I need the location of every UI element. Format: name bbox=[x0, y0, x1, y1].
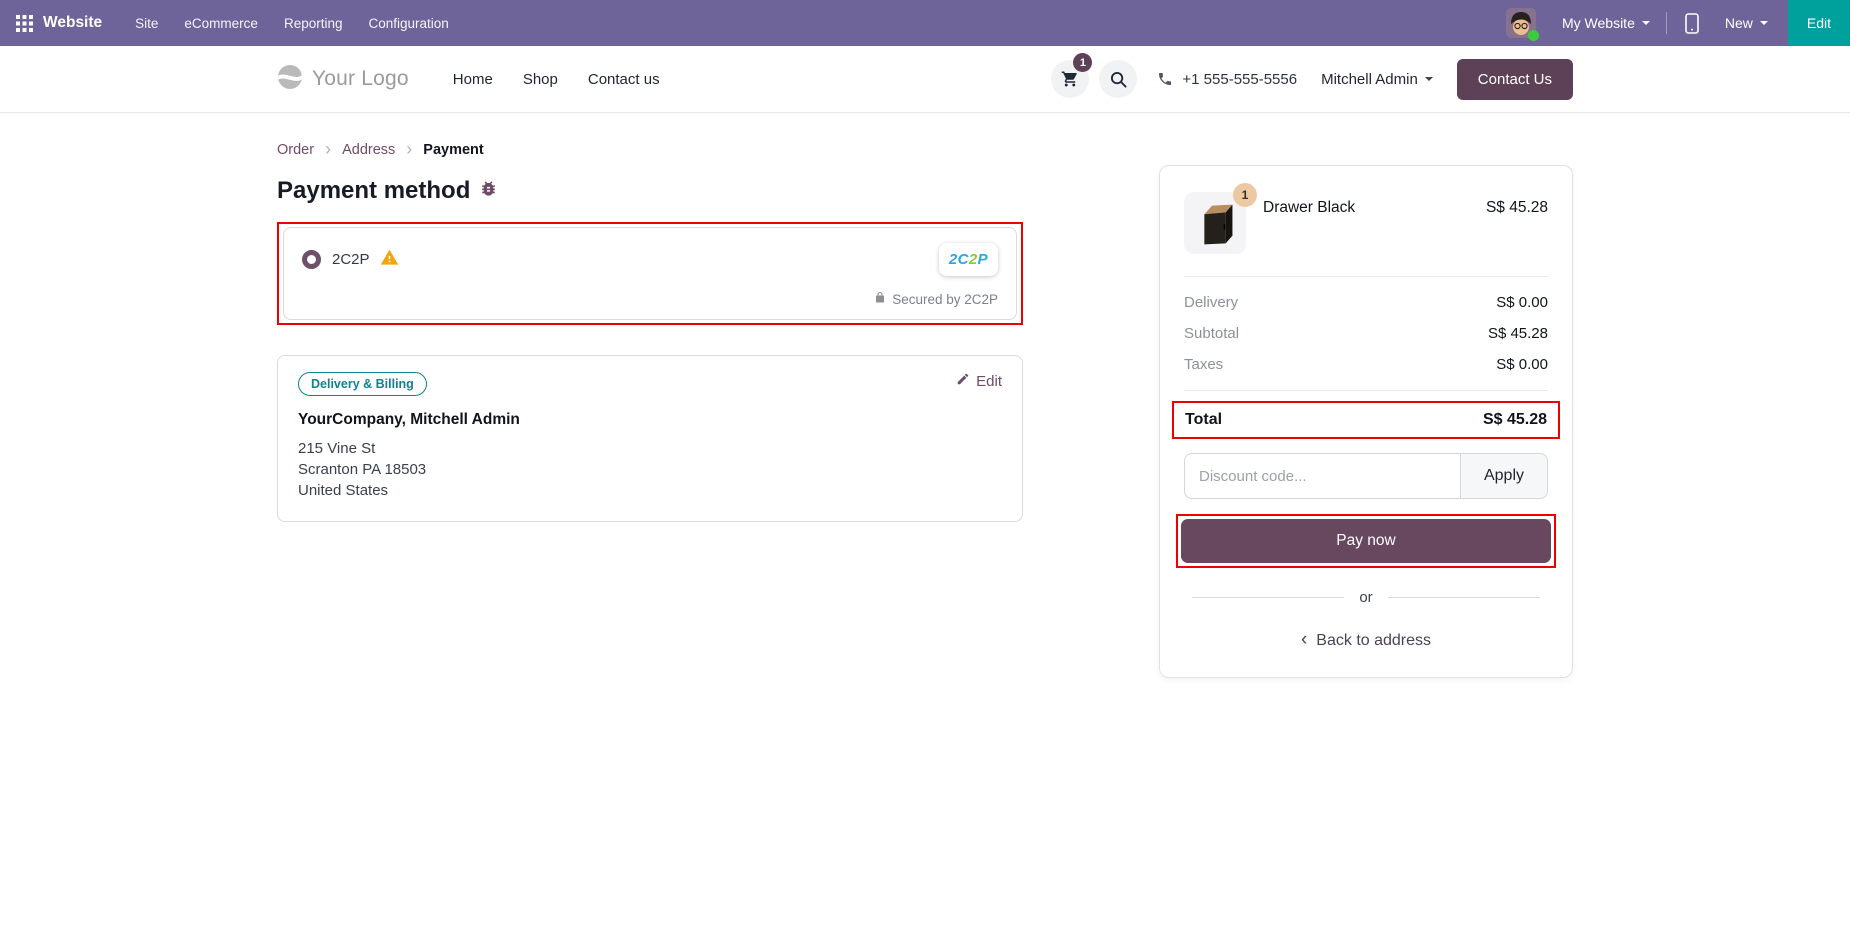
chevron-down-icon bbox=[1641, 21, 1650, 25]
annotation-box-payment-method: 2C2P 2C2P Secured by 2C2P bbox=[277, 222, 1023, 325]
user-avatar[interactable] bbox=[1505, 8, 1539, 41]
new-button[interactable]: New bbox=[1713, 0, 1780, 46]
menu-configuration[interactable]: Configuration bbox=[356, 0, 462, 46]
cart-count-badge: 1 bbox=[1073, 53, 1093, 72]
menu-ecommerce[interactable]: eCommerce bbox=[171, 0, 271, 46]
site-logo[interactable]: Your Logo bbox=[277, 64, 409, 95]
edit-button[interactable]: Edit bbox=[1787, 0, 1850, 46]
online-status-dot bbox=[1527, 30, 1539, 41]
delivery-billing-badge: Delivery & Billing bbox=[298, 372, 427, 396]
chevron-left-icon: ‹ bbox=[1300, 629, 1308, 650]
breadcrumb-order[interactable]: Order bbox=[277, 142, 314, 158]
search-icon bbox=[1110, 71, 1127, 88]
discount-code-group: Apply bbox=[1184, 453, 1548, 499]
divider bbox=[1184, 390, 1548, 391]
breadcrumb-address[interactable]: Address bbox=[342, 142, 395, 158]
payment-provider-label[interactable]: 2C2P bbox=[332, 251, 370, 268]
secured-by-note: Secured by 2C2P bbox=[874, 291, 998, 307]
address-name: YourCompany, Mitchell Admin bbox=[298, 411, 520, 428]
or-separator: or bbox=[1192, 589, 1540, 606]
discount-code-input[interactable] bbox=[1184, 453, 1460, 499]
back-to-address-link[interactable]: ‹ Back to address bbox=[1301, 630, 1431, 651]
phone-number: +1 555-555-5556 bbox=[1182, 70, 1298, 88]
address-block: 215 Vine St Scranton PA 18503 United Sta… bbox=[298, 438, 1002, 501]
divider bbox=[1665, 12, 1667, 34]
chevron-down-icon bbox=[1424, 77, 1433, 81]
nav-contact-us[interactable]: Contact us bbox=[576, 63, 672, 96]
annotation-box-total: Total S$ 45.28 bbox=[1172, 401, 1560, 439]
edit-address-link[interactable]: Edit bbox=[956, 372, 1002, 390]
summary-row-subtotal: Subtotal S$ 45.28 bbox=[1184, 325, 1548, 342]
address-line: Scranton PA 18503 bbox=[298, 461, 427, 478]
pay-now-button[interactable]: Pay now bbox=[1181, 519, 1551, 563]
chevron-right-icon: › bbox=[325, 139, 332, 159]
menu-reporting[interactable]: Reporting bbox=[271, 0, 356, 46]
contact-us-button[interactable]: Contact Us bbox=[1456, 58, 1573, 100]
website-switcher[interactable]: My Website bbox=[1550, 0, 1662, 46]
address-line: United States bbox=[298, 482, 389, 499]
nav-shop[interactable]: Shop bbox=[511, 63, 570, 96]
divider bbox=[1184, 276, 1548, 277]
payment-option-card: 2C2P 2C2P Secured by 2C2P bbox=[283, 227, 1017, 320]
provider-logo-2c2p: 2C2P bbox=[938, 243, 998, 276]
total-label: Total bbox=[1185, 411, 1223, 428]
admin-topbar: Website Site eCommerce Reporting Configu… bbox=[0, 0, 1850, 46]
lock-icon bbox=[874, 291, 886, 307]
header-phone-link[interactable]: +1 555-555-5556 bbox=[1157, 71, 1297, 88]
main-nav: Home Shop Contact us bbox=[441, 63, 672, 96]
cart-line-item: 1 Drawer Black S$ 45.28 bbox=[1184, 183, 1548, 266]
summary-row-taxes: Taxes S$ 0.00 bbox=[1184, 356, 1548, 373]
breadcrumb-payment: Payment bbox=[423, 142, 484, 158]
product-image-drawer-black: 1 bbox=[1184, 183, 1257, 254]
menu-site[interactable]: Site bbox=[122, 0, 171, 46]
pencil-icon bbox=[956, 372, 970, 390]
logo-mark-icon bbox=[277, 64, 303, 95]
mobile-preview-icon[interactable] bbox=[1671, 0, 1713, 46]
chevron-down-icon bbox=[1759, 21, 1768, 25]
phone-icon bbox=[1159, 73, 1172, 85]
page-title: Payment method bbox=[277, 177, 1023, 205]
cart-icon bbox=[1062, 71, 1078, 87]
payment-radio-2c2p[interactable] bbox=[302, 250, 321, 269]
checkout-main: Order › Address › Payment Payment method… bbox=[265, 112, 1585, 678]
site-header: Your Logo Home Shop Contact us 1 +1 555-… bbox=[0, 46, 1850, 112]
warning-icon bbox=[380, 248, 399, 272]
total-value: S$ 45.28 bbox=[1482, 411, 1547, 428]
annotation-box-pay-now: Pay now bbox=[1176, 514, 1556, 568]
chevron-right-icon: › bbox=[406, 139, 413, 159]
apps-grid-icon[interactable] bbox=[16, 14, 33, 32]
apply-discount-button[interactable]: Apply bbox=[1459, 453, 1548, 499]
product-price: S$ 45.28 bbox=[1485, 199, 1548, 216]
user-account-menu[interactable]: Mitchell Admin bbox=[1321, 71, 1433, 88]
debug-bug-icon bbox=[479, 177, 498, 205]
product-name: Drawer Black bbox=[1263, 199, 1356, 216]
nav-home[interactable]: Home bbox=[441, 63, 505, 96]
summary-row-delivery: Delivery S$ 0.00 bbox=[1184, 294, 1548, 311]
cart-button[interactable]: 1 bbox=[1051, 53, 1093, 98]
address-line: 215 Vine St bbox=[298, 440, 376, 457]
app-name-website[interactable]: Website bbox=[43, 14, 102, 32]
breadcrumb: Order › Address › Payment bbox=[277, 132, 1023, 160]
search-button[interactable] bbox=[1099, 60, 1138, 98]
quantity-badge: 1 bbox=[1233, 183, 1257, 207]
delivery-billing-card: Delivery & Billing Edit YourCompany, Mit… bbox=[277, 355, 1023, 522]
order-summary-card: 1 Drawer Black S$ 45.28 Delivery S$ 0.00… bbox=[1159, 165, 1573, 678]
logo-text: Your Logo bbox=[312, 67, 409, 90]
